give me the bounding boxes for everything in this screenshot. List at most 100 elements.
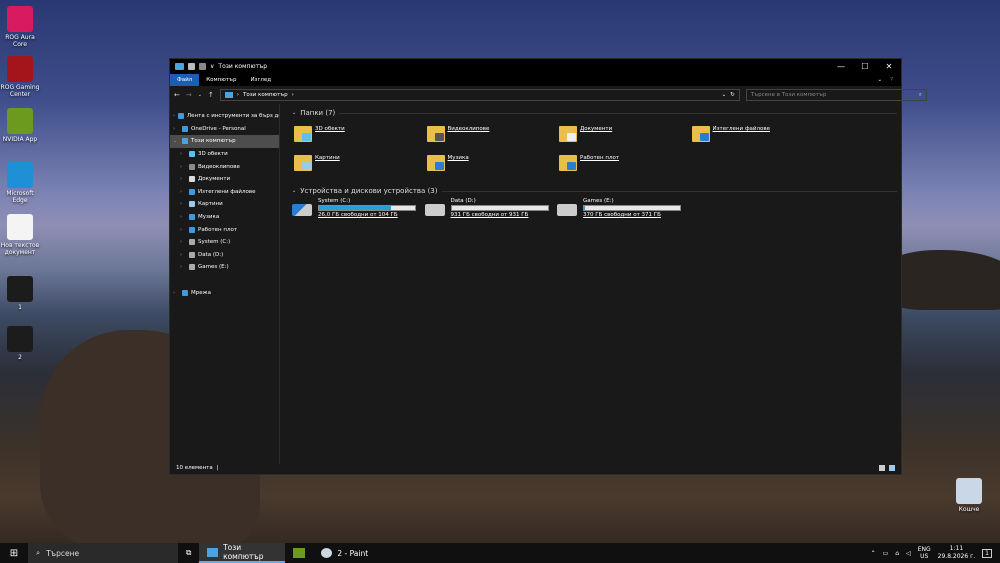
address-bar[interactable]: › Този компютър › ⌄ ↻ [219,89,740,101]
computer-icon [175,63,184,70]
expand-chevron-icon[interactable]: › [180,252,186,258]
folder-tile[interactable]: Изтеглени файлове [691,126,770,142]
taskbar-app-explorer[interactable]: Този компютър [199,543,286,563]
forward-icon[interactable]: → [186,91,192,99]
folder-label: Видеоклипове [447,126,490,132]
file-explorer-window[interactable]: ∨ Този компютър — ☐ ✕ Файл Компютър Изгл… [169,58,927,475]
up-icon[interactable]: ↑ [208,91,214,99]
desktop-icon[interactable]: NVIDIA App [0,108,40,143]
notifications-icon[interactable]: 1 [982,548,992,558]
close-button[interactable]: ✕ [877,62,901,71]
drive-icon [189,264,195,271]
minimize-button[interactable]: — [829,62,853,71]
expand-chevron-icon[interactable]: › [180,227,186,233]
expand-chevron-icon[interactable]: › [173,290,179,296]
address-path[interactable]: Този компютър [243,92,288,98]
show-hidden-icons-icon[interactable]: ⌃ [871,550,876,557]
sidebar-item[interactable]: › OneDrive - Personal [170,123,279,136]
properties-icon[interactable] [188,63,195,70]
search-icon: ⌕ [918,91,922,98]
collapse-icon[interactable]: ⌄ [292,188,296,194]
sidebar-item[interactable]: › Музика [170,211,279,224]
sidebar-item[interactable]: › 3D обекти [170,148,279,161]
expand-chevron-icon[interactable]: › [180,201,186,207]
desktop-icon[interactable]: ROG Aura Core [0,6,40,48]
collapse-icon[interactable]: ⌄ [292,110,296,116]
folder-icon [691,126,710,142]
customize-toolbar-icon[interactable]: ∨ [210,63,214,70]
sidebar-item[interactable]: › Games (E:) [170,261,279,274]
sidebar-item[interactable]: › Работен плот [170,223,279,236]
expand-chevron-icon[interactable]: ⌄ [173,138,179,144]
desktop-icon[interactable]: Нов текстов документ [0,214,40,256]
folder-tile[interactable]: Работен плот [559,155,619,171]
expand-chevron-icon[interactable]: › [180,239,186,245]
folder-tile[interactable]: Видеоклипове [426,126,490,142]
sidebar-item[interactable]: › Документи [170,173,279,186]
expand-chevron-icon[interactable]: › [173,126,179,132]
folder-label: Картини [315,155,340,161]
expand-chevron-icon[interactable]: › [180,176,186,182]
desktop-icon[interactable]: Microsoft Edge [0,162,40,204]
recycle-bin[interactable]: Кошче [949,478,989,513]
expand-chevron-icon[interactable]: › [180,189,186,195]
expand-chevron-icon[interactable]: › [173,113,175,119]
expand-chevron-icon[interactable]: › [180,164,186,170]
folder-tile[interactable]: 3D обекти [294,126,345,142]
taskbar-app-paint[interactable]: 2 - Paint [313,543,376,563]
drive-tile[interactable]: System (C:) 26,0 ГБ свободни от 104 ГБ [292,198,416,218]
volume-icon[interactable]: ◁ [906,550,911,557]
taskbar-search[interactable]: ⌕ Търсене [28,543,178,563]
folder-tile[interactable]: Документи [559,126,612,142]
drive-tile[interactable]: Games (E:) 370 ГБ свободни от 371 ГБ [557,198,681,218]
expand-ribbon-icon[interactable]: ⌄ [877,77,882,83]
desktop-icon[interactable]: 2 [0,326,40,361]
display-icon[interactable]: ▭ [883,550,889,557]
folder-tile[interactable]: Музика [426,155,469,171]
address-dropdown-icon[interactable]: ⌄ [722,92,727,98]
desktop-icon[interactable]: ROG Gaming Center [0,56,40,98]
sidebar-item[interactable]: › Изтеглени файлове [170,186,279,199]
language-indicator[interactable]: ENG US [918,546,931,560]
help-icon[interactable]: ? [890,77,893,83]
folder-icon [294,155,312,171]
back-icon[interactable]: ← [174,91,180,99]
expand-chevron-icon[interactable]: › [180,151,186,157]
folder-label: 3D обекти [315,126,345,132]
taskbar-app-nvidia[interactable] [285,543,313,563]
title-bar[interactable]: ∨ Този компютър — ☐ ✕ [170,59,901,74]
tab-file[interactable]: Файл [170,74,200,86]
details-view-icon[interactable] [879,465,885,471]
content-pane[interactable]: ⌄ Папки (7) 3D обекти Видеоклипове Докумен… [280,104,901,464]
sidebar-item[interactable]: ⌄ Този компютър [170,135,279,148]
clock[interactable]: 1:11 29.8.2026 г. [938,545,976,561]
task-view-button[interactable]: ⧉ [178,543,199,563]
sidebar-item[interactable]: › Видеоклипове [170,160,279,173]
desktop-app-icon [7,56,33,82]
tab-computer[interactable]: Компютър [199,74,243,86]
recent-locations-icon[interactable]: ⌄ [198,92,202,98]
new-folder-icon[interactable] [199,63,206,70]
large-icons-view-icon[interactable] [889,465,895,471]
maximize-button[interactable]: ☐ [853,62,877,71]
sidebar-item[interactable]: › System (C:) [170,236,279,249]
drives-group-header[interactable]: ⌄ Устройства и дискови устройства (3) [280,182,901,195]
sidebar-item[interactable]: › Картини [170,198,279,211]
breadcrumb-separator-icon[interactable]: › [292,92,294,98]
tab-view[interactable]: Изглед [243,74,278,86]
sidebar-item[interactable]: › Data (D:) [170,249,279,262]
breadcrumb-separator-icon[interactable]: › [237,92,239,98]
sidebar-item[interactable]: › Лента с инструменти за бърз достъп [170,110,279,123]
start-button[interactable]: ⊞ [0,548,28,559]
navigation-pane[interactable]: › Лента с инструменти за бърз достъп › OneD… [170,104,280,464]
expand-chevron-icon[interactable]: › [180,214,186,220]
folder-tile[interactable]: Картини [294,155,340,171]
refresh-icon[interactable]: ↻ [730,92,735,98]
sidebar-item[interactable]: › Мрежа [170,286,279,299]
drive-tile[interactable]: Data (D:) 931 ГБ свободни от 931 ГБ [424,198,549,218]
desktop-icon[interactable]: 1 [0,276,40,311]
expand-chevron-icon[interactable]: › [180,264,186,270]
folders-group-header[interactable]: ⌄ Папки (7) [280,104,901,117]
network-icon[interactable]: ⌂ [895,550,899,557]
search-box[interactable]: Търсене в Този компютър ⌕ [745,89,927,101]
